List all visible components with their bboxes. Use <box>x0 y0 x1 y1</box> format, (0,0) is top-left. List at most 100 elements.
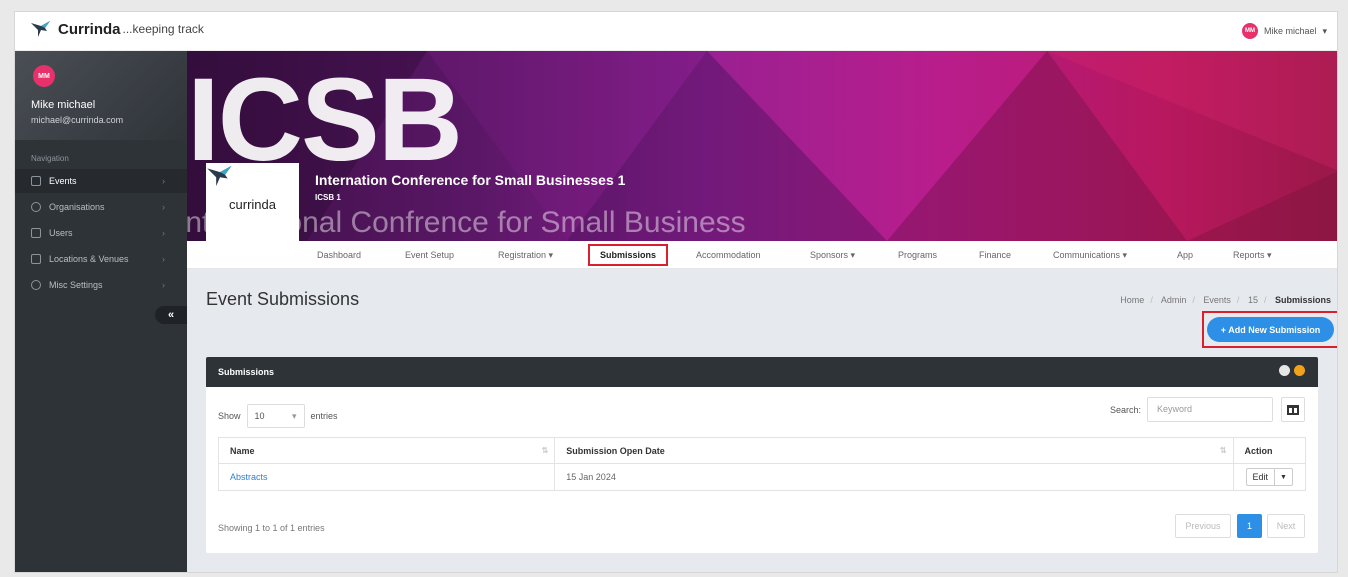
collapse-sidebar-button[interactable]: « <box>155 306 187 324</box>
show-label: Show <box>218 411 241 421</box>
tab-event-setup[interactable]: Event Setup <box>405 241 454 269</box>
caret-down-icon: ▾ <box>291 410 297 421</box>
edit-button-group: Edit ▼ <box>1245 468 1293 486</box>
submissions-table: Name ⇅ Submission Open Date ⇅ Action Abstr… <box>217 437 1307 491</box>
tab-finance[interactable]: Finance <box>979 241 1011 269</box>
tab-app[interactable]: App <box>1177 241 1193 269</box>
cell-open-date: 15 Jan 2024 <box>554 463 1234 491</box>
tab-accommodation[interactable]: Accommodation <box>696 241 761 269</box>
entries-length-control: Show 10 ▾ entries <box>218 404 338 428</box>
caret-down-icon: ▾ <box>1322 25 1327 36</box>
profile-avatar: MM <box>33 65 55 87</box>
brand-tagline: ...keeping track <box>122 22 204 36</box>
column-toggle-button[interactable] <box>1281 397 1305 422</box>
columns-icon <box>1287 404 1299 415</box>
panel-header: Submissions <box>206 357 1318 387</box>
gear-icon <box>31 280 41 290</box>
avatar: MM <box>1241 23 1258 39</box>
panel-title: Submissions <box>218 367 275 377</box>
pagination-next[interactable]: Next <box>1267 514 1305 538</box>
page-title: Event Submissions <box>206 289 360 309</box>
nav-section-title: Navigation <box>31 154 69 163</box>
table-header-row: Name ⇅ Submission Open Date ⇅ Action <box>217 437 1307 464</box>
pagination-previous[interactable]: Previous <box>1175 514 1231 538</box>
app-logo[interactable]: Currinda ...keeping track <box>30 19 204 39</box>
sidebar-item-label: Users <box>49 228 73 238</box>
pagination-page-1[interactable]: 1 <box>1237 514 1262 538</box>
sidebar-item-events[interactable]: Events › <box>15 169 187 193</box>
column-header-name[interactable]: Name ⇅ <box>217 437 556 464</box>
event-logo-text: currinda <box>229 196 276 212</box>
tab-programs[interactable]: Programs <box>898 241 937 269</box>
add-new-submission-button[interactable]: + Add New Submission <box>1207 317 1334 342</box>
column-header-action: Action <box>1232 437 1307 464</box>
event-code: ICSB 1 <box>315 193 341 202</box>
breadcrumb: Home / Admin / Events/ 15/ Submissions <box>1120 295 1331 305</box>
sidebar-item-label: Events <box>49 176 77 186</box>
tab-reports[interactable]: Reports ▾ <box>1233 241 1272 269</box>
caret-down-icon: ▾ <box>548 250 554 260</box>
caret-down-icon[interactable]: ▼ <box>1275 474 1292 481</box>
globe-icon <box>31 202 41 212</box>
event-logo: currinda <box>206 163 299 241</box>
chevron-right-icon: › <box>162 280 165 290</box>
entries-select[interactable]: 10 ▾ <box>246 404 305 428</box>
breadcrumb-admin[interactable]: Admin <box>1161 295 1187 305</box>
chevron-right-icon: › <box>162 176 165 186</box>
event-title: Internation Conference for Small Busines… <box>315 172 626 188</box>
caret-down-icon: ▾ <box>1122 250 1128 260</box>
submission-link[interactable]: Abstracts <box>230 472 268 482</box>
profile-name: Mike michael <box>31 99 96 111</box>
caret-down-icon: ▾ <box>1267 250 1272 260</box>
sidebar-item-label: Misc Settings <box>49 280 103 290</box>
tab-registration[interactable]: Registration ▾ <box>498 241 553 269</box>
top-bar: Currinda ...keeping track MM Mike michae… <box>15 12 1337 51</box>
sidebar-item-users[interactable]: Users › <box>15 221 187 245</box>
search-input[interactable]: Keyword <box>1147 397 1273 422</box>
minimize-icon[interactable] <box>1294 365 1305 376</box>
submissions-panel: Submissions Show 10 ▾ entries Search: Ke… <box>206 357 1318 553</box>
main-content: Event Submissions Home / Admin / Events/ 1… <box>187 269 1337 572</box>
breadcrumb-current: Submissions <box>1274 295 1331 305</box>
tab-submissions[interactable]: Submissions <box>588 244 669 266</box>
table-info: Showing 1 to 1 of 1 entries <box>218 523 325 533</box>
tab-communications[interactable]: Communications ▾ <box>1053 241 1127 269</box>
profile-email: michael@currinda.com <box>31 115 124 125</box>
chevron-right-icon: › <box>162 202 165 212</box>
calendar-icon <box>31 176 41 186</box>
chevron-right-icon: › <box>162 228 165 238</box>
event-banner: ICSB International Confrence for Small B… <box>187 51 1337 241</box>
sort-icon: ⇅ <box>541 446 549 455</box>
chevron-right-icon: › <box>162 254 165 264</box>
app-window: Currinda ...keeping track MM Mike michae… <box>14 11 1338 573</box>
sidebar-item-label: Organisations <box>49 202 105 212</box>
sidebar-item-locations[interactable]: Locations & Venues › <box>15 247 187 271</box>
user-menu[interactable]: MM Mike michael ▾ <box>1241 23 1327 39</box>
breadcrumb-event-id[interactable]: 15 <box>1248 295 1258 305</box>
globe-icon[interactable] <box>1279 365 1290 376</box>
event-acronym-watermark: ICSB <box>187 54 463 186</box>
tab-sponsors[interactable]: Sponsors ▾ <box>810 241 855 269</box>
sidebar-item-misc-settings[interactable]: Misc Settings › <box>15 273 187 297</box>
sort-icon: ⇅ <box>1219 446 1227 455</box>
cell-name: Abstracts <box>217 463 556 491</box>
search-label: Search: <box>1110 405 1142 415</box>
cell-action: Edit ▼ <box>1232 463 1307 491</box>
bird-logo-icon <box>31 21 50 37</box>
sidebar-item-organisations[interactable]: Organisations › <box>15 195 187 219</box>
event-tabs: Dashboard Event Setup Registration ▾ Sub… <box>187 241 1337 269</box>
brand-name: Currinda <box>58 20 121 38</box>
sidebar-item-label: Locations & Venues <box>49 254 129 264</box>
user-menu-label: Mike michael <box>1263 26 1317 36</box>
breadcrumb-home[interactable]: Home <box>1120 295 1144 305</box>
edit-button[interactable]: Edit <box>1247 469 1276 485</box>
profile-card: MM Mike michael michael@currinda.com <box>15 51 187 140</box>
column-header-open-date[interactable]: Submission Open Date ⇅ <box>554 437 1234 464</box>
sidebar: MM Mike michael michael@currinda.com Nav… <box>15 51 187 572</box>
breadcrumb-events[interactable]: Events <box>1203 295 1231 305</box>
entries-label: entries <box>310 411 338 421</box>
table-row: Abstracts 15 Jan 2024 Edit ▼ <box>217 463 1307 491</box>
tab-dashboard[interactable]: Dashboard <box>317 241 361 269</box>
caret-down-icon: ▾ <box>850 250 856 260</box>
add-button-highlight: + Add New Submission <box>1202 311 1337 348</box>
